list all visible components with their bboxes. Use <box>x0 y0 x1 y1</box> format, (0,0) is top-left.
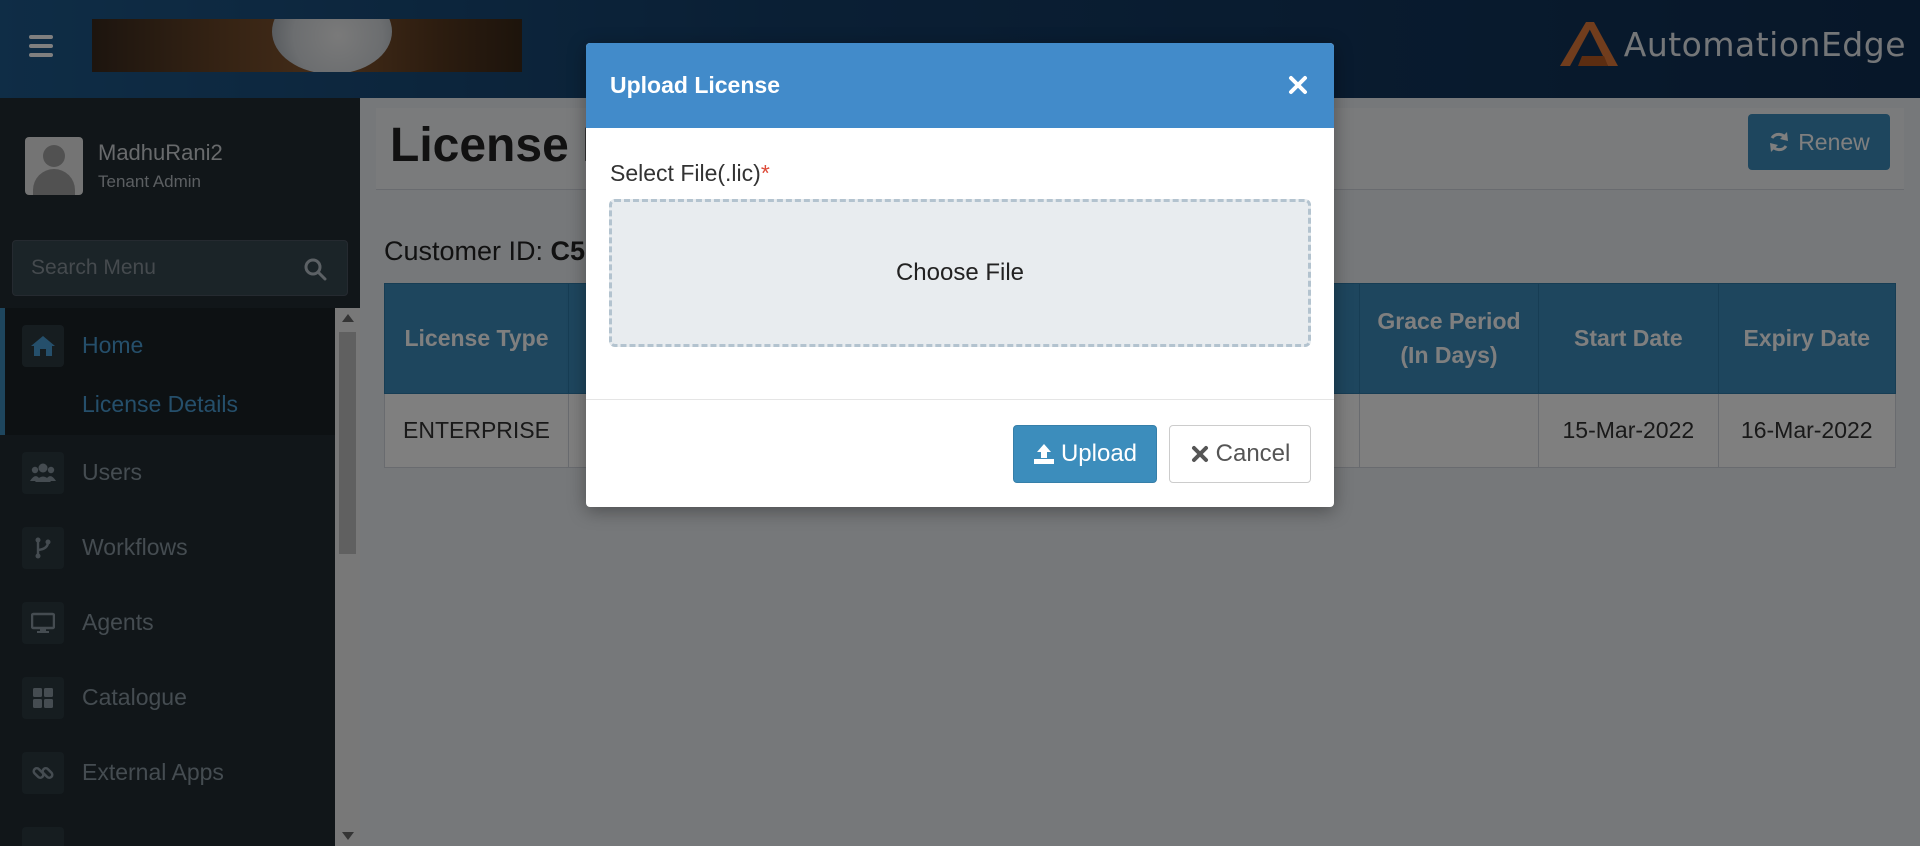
file-dropzone[interactable]: Choose File <box>609 199 1311 347</box>
choose-file-label: Choose File <box>895 259 1025 286</box>
file-field-label: Select File(.lic)* <box>610 160 770 187</box>
modal-title: Upload License <box>610 72 780 98</box>
cancel-label: Cancel <box>1215 440 1291 467</box>
upload-label: Upload <box>1060 440 1138 467</box>
modal-header: Upload License <box>586 43 1334 128</box>
required-marker: * <box>760 160 770 186</box>
cancel-button[interactable]: Cancel <box>1169 425 1311 483</box>
close-icon <box>1191 446 1208 462</box>
close-icon[interactable] <box>1284 71 1312 99</box>
upload-license-dialog: Upload License Select File(.lic)* Choose… <box>586 43 1334 507</box>
upload-icon <box>1033 444 1054 464</box>
file-field-label-text: Select File(.lic) <box>610 160 761 186</box>
modal-divider <box>586 399 1334 400</box>
upload-button[interactable]: Upload <box>1013 425 1157 483</box>
